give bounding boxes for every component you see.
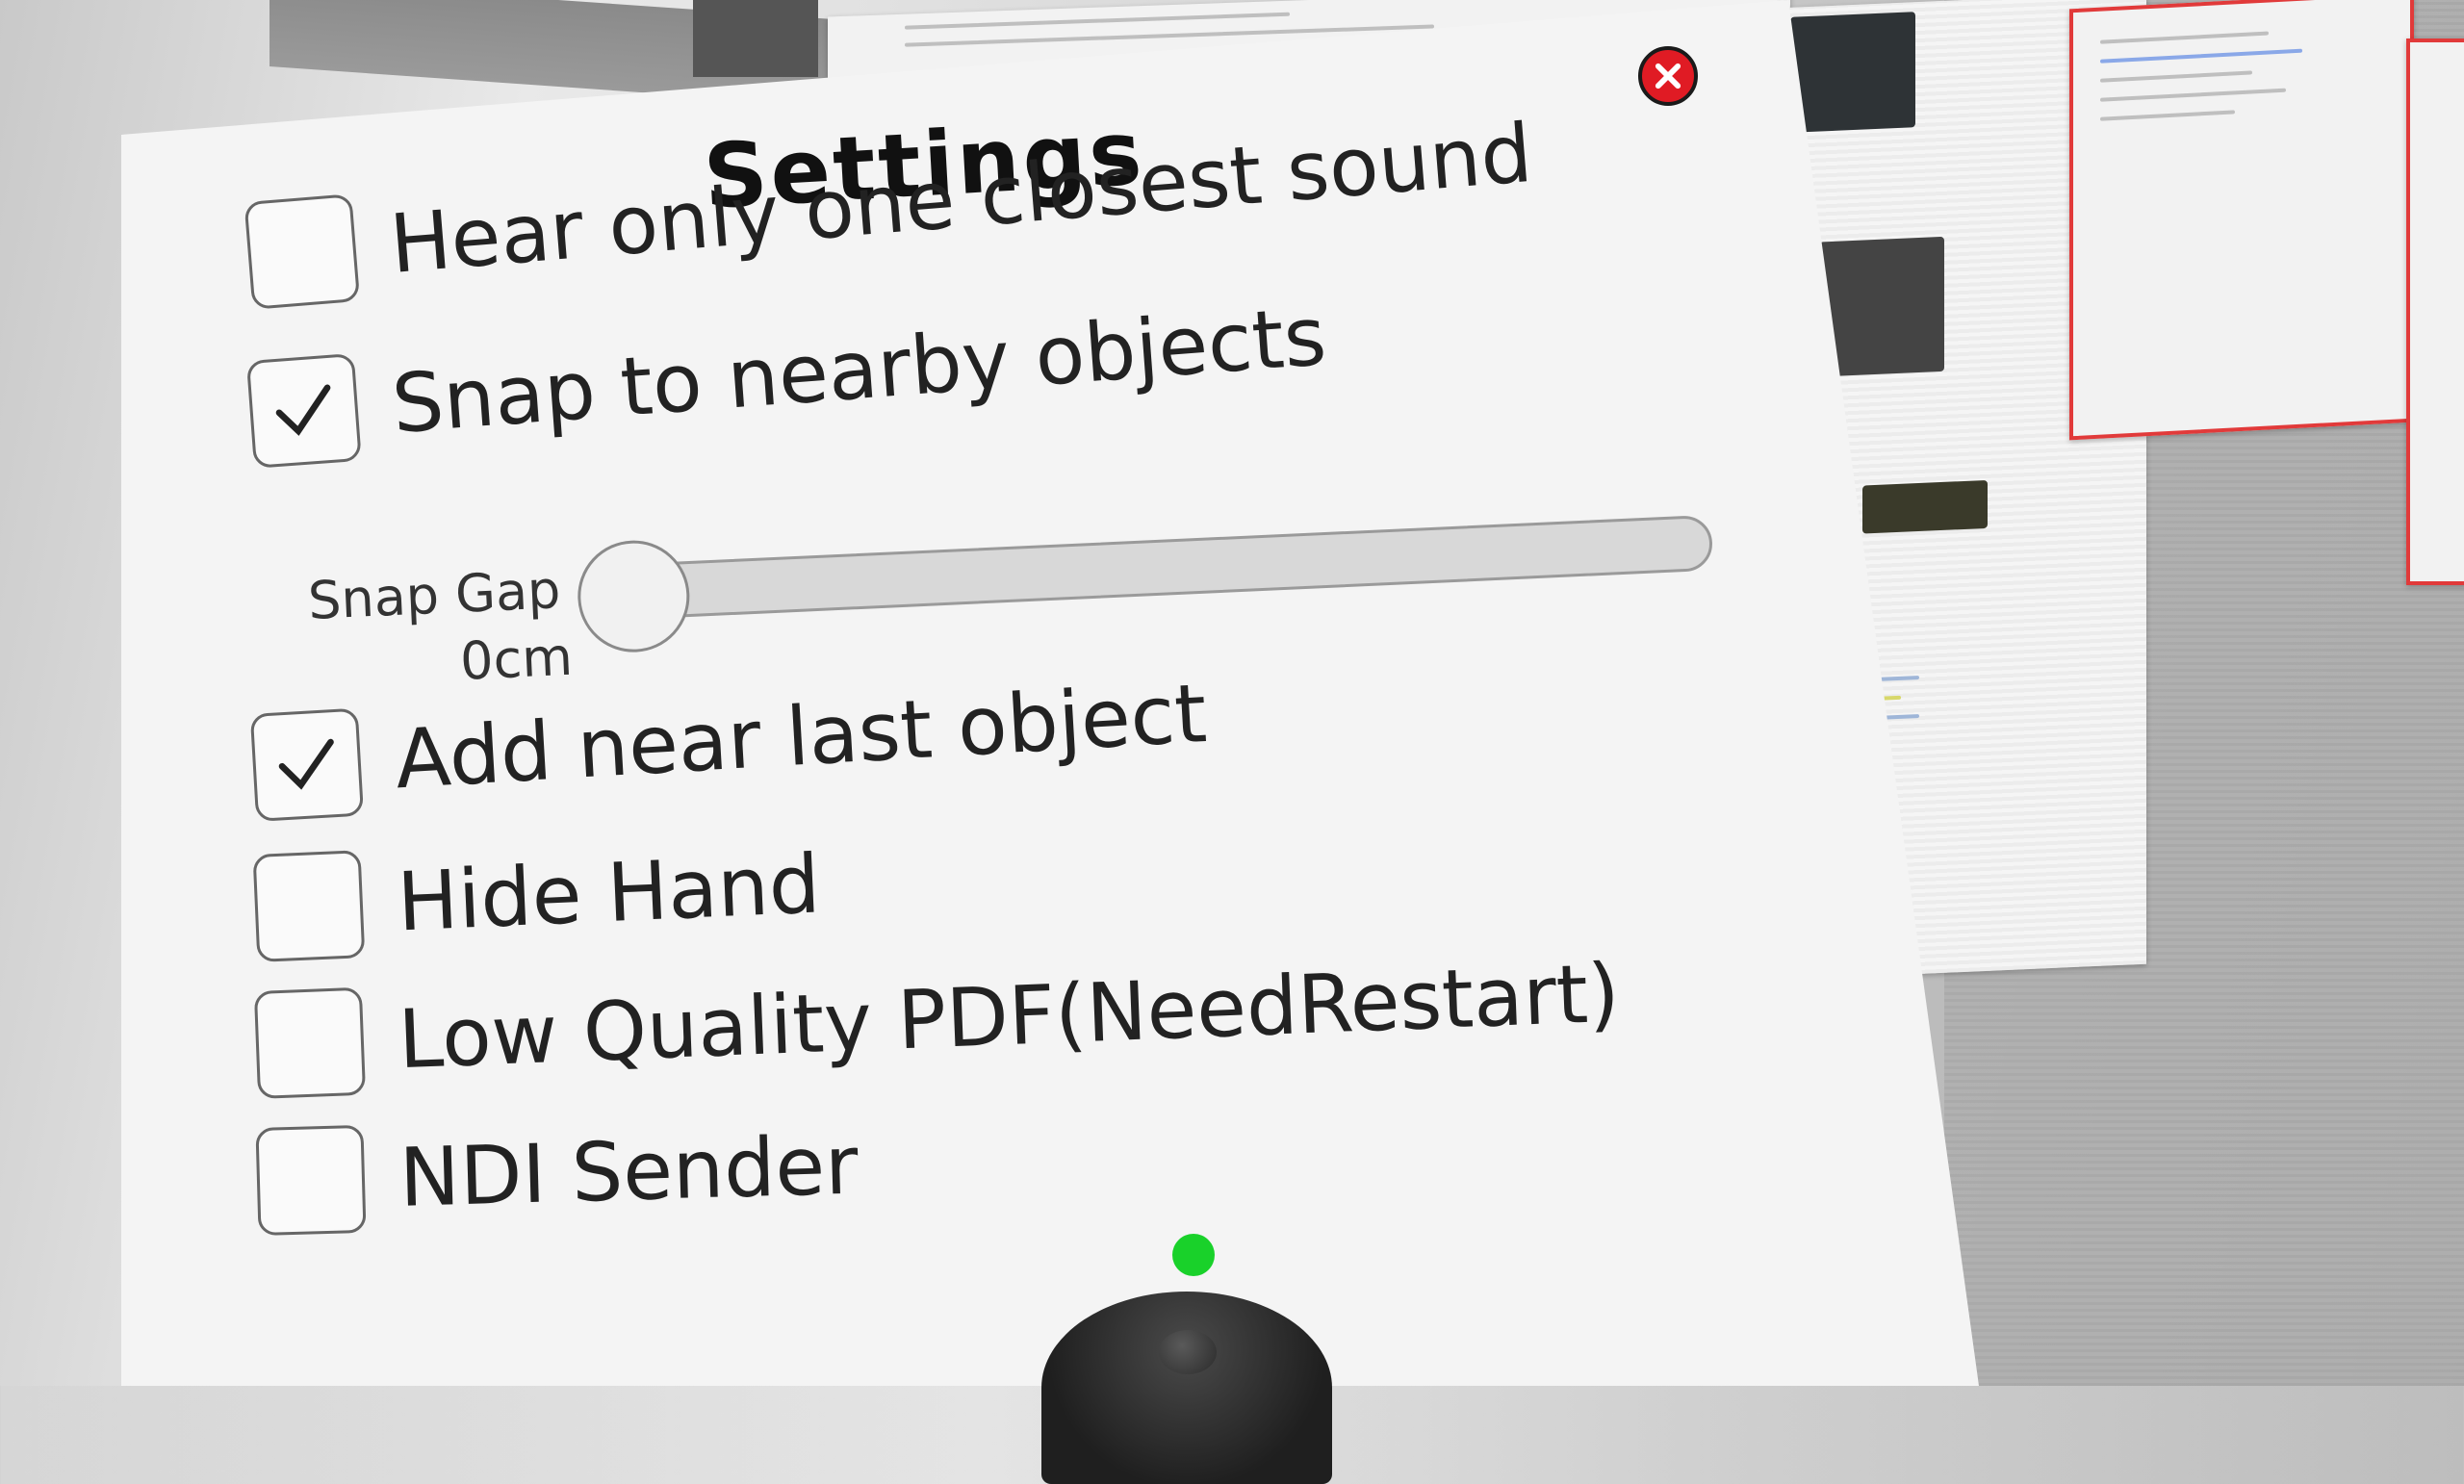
pointer-cursor xyxy=(1172,1234,1215,1276)
background-window xyxy=(2069,0,2414,441)
checkbox-ndi-sender[interactable] xyxy=(255,1124,367,1236)
checkbox-snap-nearby[interactable] xyxy=(245,352,362,469)
snap-gap-value: 0cm xyxy=(458,626,575,692)
option-label: NDI Sender xyxy=(398,1117,860,1225)
checkbox-add-near-last[interactable] xyxy=(249,707,365,822)
checkmark-icon xyxy=(278,738,334,790)
snap-gap-slider-thumb[interactable] xyxy=(575,538,692,655)
checkbox-hide-hand[interactable] xyxy=(252,850,366,962)
checkbox-hear-closest-sound[interactable] xyxy=(244,193,361,310)
snap-gap-label: Snap Gap xyxy=(306,559,562,631)
option-ndi-sender[interactable]: NDI Sender xyxy=(255,1112,860,1236)
checkbox-low-quality-pdf[interactable] xyxy=(253,986,367,1099)
vr-controller xyxy=(1041,1292,1332,1484)
snap-gap-slider-track[interactable] xyxy=(585,514,1714,622)
close-button[interactable] xyxy=(1638,46,1698,106)
controller-thumbstick xyxy=(1159,1330,1217,1374)
option-label: Hide Hand xyxy=(395,836,822,950)
background-window-edge xyxy=(2406,38,2464,585)
checkmark-icon xyxy=(275,384,331,436)
background-shelf-post xyxy=(693,0,818,77)
close-icon xyxy=(1655,63,1681,90)
